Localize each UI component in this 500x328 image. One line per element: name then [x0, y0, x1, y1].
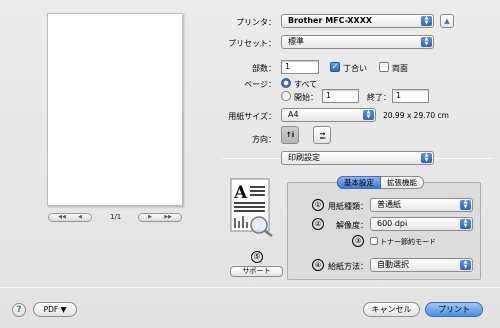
- page-indicator: 1/1: [110, 213, 122, 221]
- help-button[interactable]: ?: [12, 303, 26, 317]
- printer-value: Brother MFC-XXXX: [288, 16, 373, 25]
- media-type-popup[interactable]: 普通紙 ▲ ▼: [370, 198, 473, 212]
- thumb-letter: A: [233, 183, 248, 203]
- pages-to-field[interactable]: 1: [392, 89, 429, 103]
- resolution-popup[interactable]: 600 dpi ▲ ▼: [370, 217, 473, 231]
- support-button[interactable]: サポート: [230, 266, 283, 277]
- printer-label: プリンタ：: [236, 18, 276, 27]
- paper-source-label: 給紙方法：: [328, 262, 368, 271]
- preview-next-last-control[interactable]: ▶ ▶▶: [138, 213, 182, 222]
- pages-all-radio[interactable]: [281, 78, 291, 88]
- popup-arrows-icon: ▲ ▼: [363, 110, 374, 120]
- callout-5: ⑤: [251, 251, 263, 263]
- prev-page-icon[interactable]: ◀: [78, 214, 82, 221]
- resolution-value: 600 dpi: [377, 219, 408, 228]
- cancel-button[interactable]: キャンセル: [363, 302, 420, 317]
- popup-arrows-icon: ▲ ▼: [460, 200, 471, 210]
- pages-all-label: すべて: [294, 80, 318, 89]
- paper-size-popup[interactable]: A4 ▲ ▼: [281, 108, 376, 122]
- toner-save-label: トナー節約モード: [380, 238, 436, 246]
- paper-source-popup[interactable]: 自動選択 ▲ ▼: [370, 258, 473, 272]
- disclosure-up-icon: ▲: [444, 17, 450, 25]
- portrait-button[interactable]: ↑ⅰ: [281, 126, 299, 144]
- popup-arrows-icon: ▲ ▼: [421, 153, 432, 163]
- collated-checkbox[interactable]: ✓: [330, 62, 340, 72]
- preview-first-prev-control[interactable]: ◀◀ ◀: [48, 213, 92, 222]
- settings-thumbnail: A: [230, 178, 275, 238]
- panel-popup[interactable]: 印刷設定 ▲ ▼: [281, 151, 434, 165]
- tab-basic-settings[interactable]: 基本設定: [337, 176, 381, 189]
- pages-label: ページ：: [244, 80, 276, 89]
- duplex-checkbox[interactable]: [379, 62, 389, 72]
- presets-value: 標準: [288, 37, 304, 46]
- copies-field[interactable]: 1: [281, 60, 319, 74]
- orientation-label: 方向：: [252, 135, 276, 144]
- pdf-menu-button[interactable]: PDF ▼: [33, 302, 77, 317]
- popup-arrows-icon: ▲ ▼: [421, 16, 432, 26]
- landscape-icon: ↑ⅰ: [317, 130, 326, 140]
- presets-popup[interactable]: 標準 ▲ ▼: [281, 35, 434, 49]
- collated-label: 丁合い: [343, 64, 367, 73]
- toner-save-checkbox[interactable]: [370, 237, 378, 245]
- media-type-value: 普通紙: [377, 200, 401, 209]
- popup-arrows-icon: ▲ ▼: [460, 219, 471, 229]
- printer-popup[interactable]: Brother MFC-XXXX ▲ ▼: [281, 14, 434, 28]
- duplex-label: 両面: [392, 64, 408, 73]
- pages-to-label: 終了：: [367, 93, 391, 102]
- resolution-label: 解像度：: [336, 221, 368, 230]
- disclosure-triangle-button[interactable]: ▲: [440, 14, 454, 28]
- footer-separator: [0, 287, 500, 288]
- paper-dimensions: 20.99 x 29.70 cm: [383, 111, 449, 120]
- paper-size-value: A4: [288, 110, 299, 119]
- print-dialog: ◀◀ ◀ 1/1 ▶ ▶▶ プリンタ： Brother MFC-XXXX ▲ ▼ …: [0, 0, 500, 328]
- tab-advanced[interactable]: 拡張機能: [381, 176, 424, 189]
- copies-label: 部数：: [252, 64, 276, 73]
- tab-bar: 基本設定 拡張機能: [337, 176, 424, 189]
- popup-arrows-icon: ▲ ▼: [460, 260, 471, 270]
- paper-size-label: 用紙サイズ：: [228, 112, 276, 121]
- first-page-icon[interactable]: ◀◀: [58, 214, 66, 221]
- portrait-icon: ↑ⅰ: [285, 131, 295, 139]
- media-type-label: 用紙種類：: [328, 202, 368, 211]
- last-page-icon[interactable]: ▶▶: [164, 214, 172, 221]
- panel-value: 印刷設定: [288, 153, 320, 162]
- print-preview-page: [47, 13, 183, 206]
- pages-from-field[interactable]: 1: [322, 89, 359, 103]
- print-button[interactable]: プリント: [425, 302, 483, 317]
- popup-arrows-icon: ▲ ▼: [421, 37, 432, 47]
- callout-3: ③: [352, 235, 364, 247]
- pages-range-radio[interactable]: [281, 91, 291, 101]
- document-magnifier-icon: A: [230, 178, 273, 238]
- landscape-button[interactable]: ↑ⅰ: [313, 126, 331, 144]
- pages-from-label: 開始：: [294, 93, 318, 102]
- next-page-icon[interactable]: ▶: [148, 214, 152, 221]
- paper-source-value: 自動選択: [377, 260, 409, 269]
- presets-label: プリセット：: [228, 39, 276, 48]
